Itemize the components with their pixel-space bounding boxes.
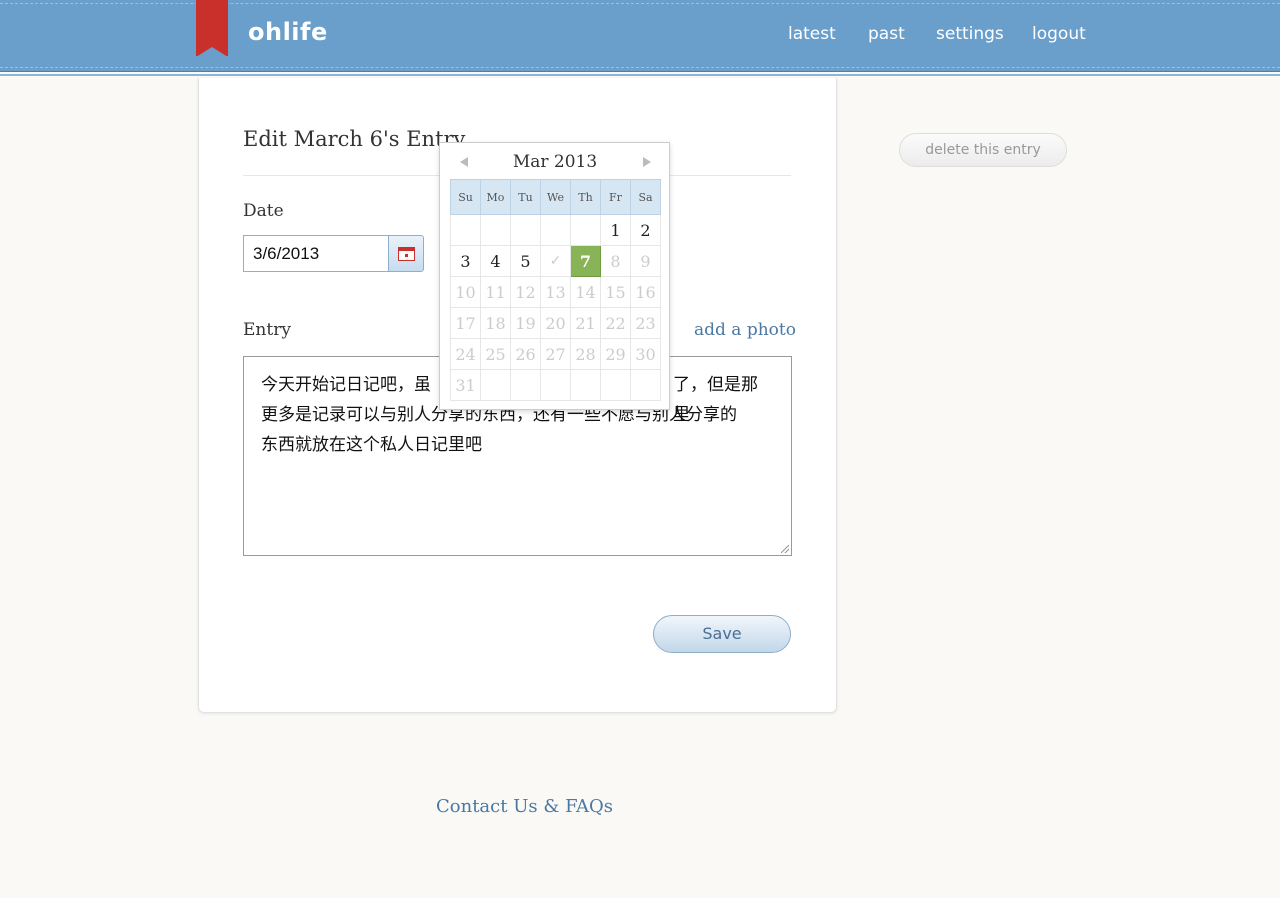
disabled-day-cell: 19: [510, 307, 541, 339]
day-cell[interactable]: 4: [480, 245, 511, 277]
disabled-day-cell: 20: [540, 307, 571, 339]
empty-day-cell: [540, 369, 571, 401]
calendar-icon: [398, 247, 415, 261]
nav-logout[interactable]: logout: [1032, 24, 1086, 44]
day-cell[interactable]: 3: [450, 245, 481, 277]
top-bar-underline: [0, 74, 1280, 76]
disabled-day-cell: 26: [510, 338, 541, 370]
empty-day-cell: [450, 214, 481, 246]
contact-faq-link[interactable]: Contact Us & FAQs: [436, 796, 613, 817]
empty-day-cell: [510, 214, 541, 246]
weekday-header: Tu: [510, 179, 541, 215]
empty-day-cell: [600, 369, 631, 401]
disabled-day-cell: 12: [510, 276, 541, 308]
disabled-day-cell: 17: [450, 307, 481, 339]
disabled-day-cell: 8: [600, 245, 631, 277]
datepicker-grid: Su Mo Tu We Th Fr Sa 1 2 3 4 5 ✓ 7 8 9 10 11 12 13 14 15 16 17…: [450, 179, 661, 401]
disabled-day-cell: 22: [600, 307, 631, 339]
datepicker-popup: Mar 2013 Su Mo Tu We Th Fr Sa 1 2 3 4 5 ✓ 7 8 9 10 11 12 1…: [439, 142, 670, 410]
empty-day-cell: [630, 369, 661, 401]
selected-day-check-icon[interactable]: ✓: [540, 245, 571, 277]
entry-line-1-tail: 了，但是那里: [673, 375, 758, 425]
day-cell[interactable]: 1: [600, 214, 631, 246]
empty-day-cell: [510, 369, 541, 401]
disabled-day-cell: 14: [570, 276, 601, 308]
day-cell[interactable]: 5: [510, 245, 541, 277]
empty-day-cell: [540, 214, 571, 246]
logo[interactable]: ohlife: [248, 18, 328, 46]
weekday-header: Fr: [600, 179, 631, 215]
delete-entry-button[interactable]: delete this entry: [899, 133, 1067, 167]
empty-day-cell: [480, 369, 511, 401]
weekday-header: Mo: [480, 179, 511, 215]
nav-settings[interactable]: settings: [936, 24, 1004, 44]
weekday-header: Th: [570, 179, 601, 215]
calendar-button[interactable]: [388, 235, 424, 272]
next-month-icon[interactable]: [640, 155, 654, 169]
top-bar: [0, 0, 1280, 72]
save-button[interactable]: Save: [653, 615, 791, 653]
disabled-day-cell: 9: [630, 245, 661, 277]
nav-latest[interactable]: latest: [788, 24, 836, 44]
weekday-header: Su: [450, 179, 481, 215]
disabled-day-cell: 18: [480, 307, 511, 339]
date-input[interactable]: 3/6/2013: [243, 235, 389, 272]
day-cell[interactable]: 2: [630, 214, 661, 246]
disabled-day-cell: 30: [630, 338, 661, 370]
add-photo-link[interactable]: add a photo: [694, 320, 796, 340]
disabled-day-cell: 15: [600, 276, 631, 308]
weekday-header: We: [540, 179, 571, 215]
empty-day-cell: [570, 369, 601, 401]
disabled-day-cell: 31: [450, 369, 481, 401]
disabled-day-cell: 16: [630, 276, 661, 308]
disabled-day-cell: 21: [570, 307, 601, 339]
date-label: Date: [243, 201, 284, 221]
disabled-day-cell: 29: [600, 338, 631, 370]
disabled-day-cell: 24: [450, 338, 481, 370]
disabled-day-cell: 11: [480, 276, 511, 308]
bookmark-ribbon-icon: [196, 0, 228, 57]
page-title: Edit March 6's Entry: [243, 127, 466, 151]
entry-line-1: 今天开始记日记吧，虽: [261, 375, 431, 395]
prev-month-icon[interactable]: [458, 155, 472, 169]
entry-label: Entry: [243, 320, 291, 340]
today-day-cell[interactable]: 7: [570, 245, 601, 277]
disabled-day-cell: 23: [630, 307, 661, 339]
disabled-day-cell: 25: [480, 338, 511, 370]
disabled-day-cell: 13: [540, 276, 571, 308]
empty-day-cell: [480, 214, 511, 246]
entry-line-3: 东西就放在这个私人日记里吧: [261, 435, 482, 455]
resize-handle-icon[interactable]: [781, 545, 789, 553]
datepicker-month-title: Mar 2013: [512, 152, 598, 172]
disabled-day-cell: 10: [450, 276, 481, 308]
weekday-header: Sa: [630, 179, 661, 215]
disabled-day-cell: 28: [570, 338, 601, 370]
empty-day-cell: [570, 214, 601, 246]
nav-past[interactable]: past: [868, 24, 905, 44]
disabled-day-cell: 27: [540, 338, 571, 370]
